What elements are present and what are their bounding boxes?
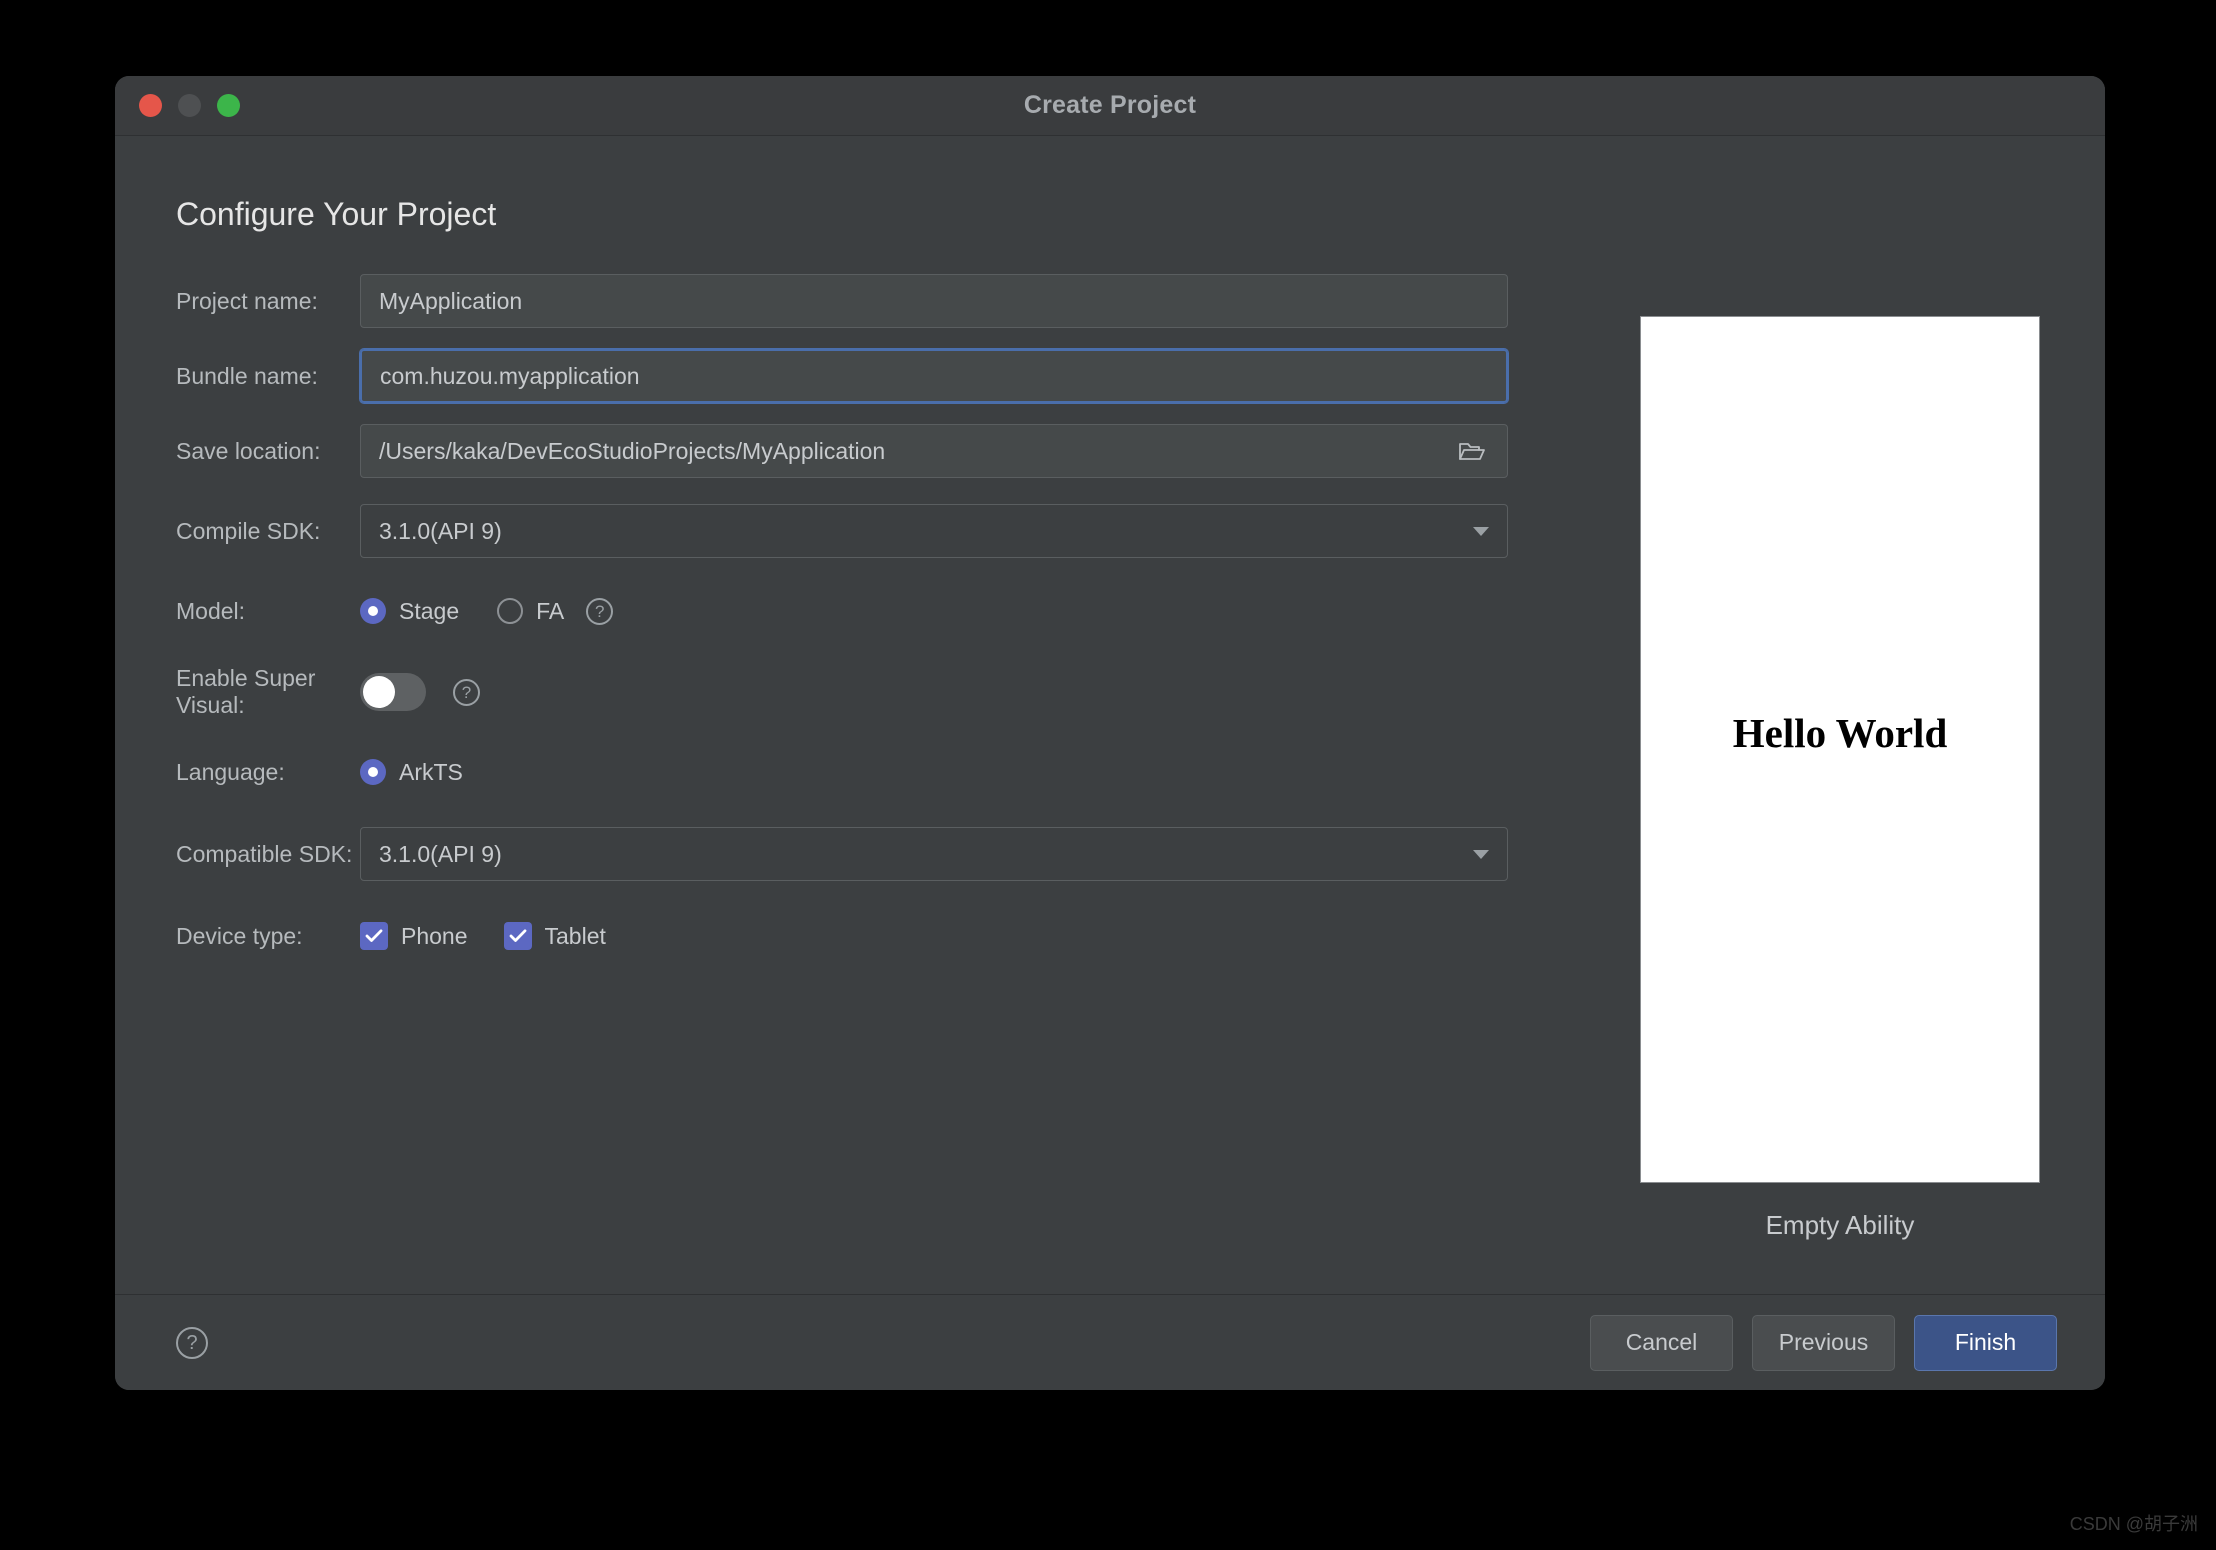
device-type-option-tablet[interactable]: Tablet — [503, 922, 606, 950]
project-config-form: Project name: MyApplication Bundle name:… — [115, 272, 1660, 965]
model-radio-group: Stage FA ? — [360, 597, 614, 625]
footer-help-icon[interactable]: ? — [176, 1326, 208, 1359]
previous-button[interactable]: Previous — [1752, 1314, 1895, 1371]
model-help-icon[interactable]: ? — [586, 597, 614, 625]
radio-arkts-icon — [360, 759, 386, 785]
row-project-name: Project name: MyApplication — [115, 272, 1660, 330]
model-option-stage[interactable]: Stage — [360, 598, 459, 625]
dialog-body: Configure Your Project Project name: MyA… — [115, 136, 2105, 1294]
window-titlebar: Create Project — [115, 76, 2105, 136]
preview-screen-text: Hello World — [1732, 710, 1948, 756]
project-name-value: MyApplication — [379, 287, 523, 314]
project-name-input[interactable]: MyApplication — [360, 274, 1508, 328]
checkbox-tablet-icon — [503, 922, 532, 950]
template-preview: Hello World Empty Ability — [1640, 316, 2040, 1241]
window-title: Create Project — [1023, 91, 1197, 119]
toggle-knob — [363, 676, 395, 708]
row-save-location: Save location: /Users/kaka/DevEcoStudioP… — [115, 422, 1660, 480]
preview-caption: Empty Ability — [1765, 1210, 1915, 1240]
row-compile-sdk: Compile SDK: 3.1.0(API 9) — [115, 502, 1660, 560]
device-type-checkbox-group: Phone Tablet — [360, 922, 642, 950]
bundle-name-label: Bundle name: — [176, 362, 318, 389]
language-label: Language: — [176, 758, 285, 785]
finish-button[interactable]: Finish — [1914, 1314, 2057, 1371]
bundle-name-value: com.huzou.myapplication — [380, 362, 640, 389]
cancel-button[interactable]: Cancel — [1590, 1314, 1733, 1371]
checkbox-phone-icon — [360, 922, 388, 950]
dialog-footer: ? Cancel Previous Finish — [115, 1294, 2105, 1390]
model-option-fa[interactable]: FA — [497, 598, 564, 625]
enable-super-visual-toggle[interactable] — [360, 673, 426, 711]
save-location-label: Save location: — [176, 437, 321, 464]
super-visual-help-icon[interactable]: ? — [453, 678, 480, 706]
save-location-value: /Users/kaka/DevEcoStudioProjects/MyAppli… — [379, 437, 886, 464]
row-language: Language: ArkTS — [115, 743, 1660, 801]
chevron-down-icon — [1473, 526, 1489, 536]
compile-sdk-value: 3.1.0(API 9) — [379, 517, 502, 544]
radio-fa-icon — [497, 598, 524, 624]
device-type-option-phone[interactable]: Phone — [360, 922, 468, 950]
folder-open-icon[interactable] — [1455, 436, 1489, 466]
language-radio-group: ArkTS — [360, 759, 501, 786]
preview-phone-screen: Hello World — [1640, 316, 2040, 1183]
compatible-sdk-value: 3.1.0(API 9) — [379, 840, 502, 867]
bundle-name-input[interactable]: com.huzou.myapplication — [359, 348, 1509, 404]
compile-sdk-select[interactable]: 3.1.0(API 9) — [360, 504, 1508, 558]
model-option-fa-label: FA — [536, 597, 565, 624]
enable-super-visual-label: Enable Super Visual: — [176, 665, 316, 718]
model-label: Model: — [176, 597, 246, 624]
project-name-label: Project name: — [176, 287, 318, 314]
device-type-label: Device type: — [176, 922, 303, 949]
create-project-dialog: Create Project Configure Your Project Pr… — [115, 76, 2105, 1390]
compile-sdk-label: Compile SDK: — [176, 517, 321, 544]
row-model: Model: Stage FA ? — [115, 582, 1660, 640]
radio-stage-icon — [360, 598, 386, 624]
row-enable-super-visual: Enable Super Visual: ? — [115, 663, 1660, 721]
compatible-sdk-label: Compatible SDK: — [176, 840, 353, 867]
language-option-arkts[interactable]: ArkTS — [360, 759, 463, 786]
row-bundle-name: Bundle name: com.huzou.myapplication — [115, 347, 1660, 405]
watermark: CSDN @胡子洲 — [2069, 1514, 2198, 1534]
row-compatible-sdk: Compatible SDK: 3.1.0(API 9) — [115, 825, 1660, 883]
model-option-stage-label: Stage — [399, 597, 460, 624]
row-device-type: Device type: Phone Tablet — [115, 907, 1660, 965]
device-type-option-phone-label: Phone — [401, 922, 468, 949]
device-type-option-tablet-label: Tablet — [544, 922, 606, 949]
compatible-sdk-select[interactable]: 3.1.0(API 9) — [360, 827, 1508, 881]
chevron-down-icon — [1473, 849, 1489, 859]
page-title: Configure Your Project — [176, 196, 497, 232]
save-location-input[interactable]: /Users/kaka/DevEcoStudioProjects/MyAppli… — [360, 424, 1508, 478]
language-option-arkts-label: ArkTS — [399, 758, 463, 785]
